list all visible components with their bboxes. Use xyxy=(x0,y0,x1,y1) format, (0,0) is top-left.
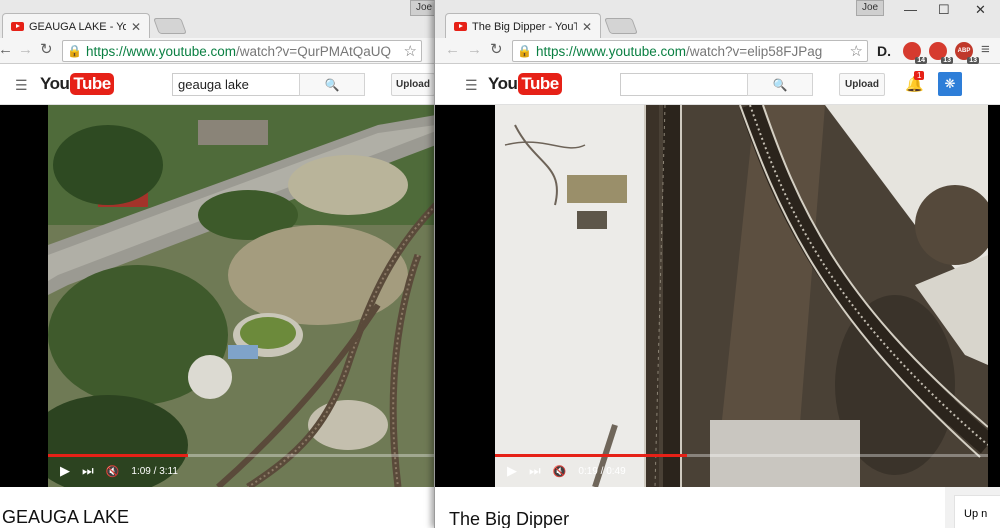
url-host: https://www.youtube.com xyxy=(535,43,687,59)
video-frame-aerial-park[interactable] xyxy=(48,105,436,487)
upload-button[interactable]: Upload xyxy=(391,73,435,96)
tab-geauga-lake[interactable]: GEAUGA LAKE - YouTube ✕ xyxy=(2,13,150,39)
youtube-logo[interactable]: You Tube xyxy=(40,73,114,95)
star-icon[interactable]: ☆ xyxy=(404,42,417,60)
back-arrow-icon[interactable]: ← xyxy=(0,41,13,59)
lock-icon: 🔒 xyxy=(517,44,532,58)
tab-strip: GEAUGA LAKE - YouTube ✕ Joe xyxy=(0,0,436,39)
extension-b-icon[interactable]: 13 xyxy=(929,42,953,64)
extension-label: ABP xyxy=(957,48,971,54)
notification-badge: 1 xyxy=(914,71,925,80)
extension-badge: 13 xyxy=(967,57,979,64)
close-icon[interactable]: ✕ xyxy=(975,2,986,18)
video-player[interactable]: ▶ ⏭ 🔇 0:19 / 0:49 xyxy=(435,105,1000,487)
reload-icon[interactable]: ↻ xyxy=(490,41,503,59)
video-player[interactable]: ▶ ⏭ 🔇 1:09 / 3:11 xyxy=(0,105,436,487)
next-icon[interactable]: ⏭ xyxy=(529,463,541,479)
address-bar[interactable]: 🔒 https://www.youtube.com/watch?v=QurPMA… xyxy=(62,40,422,62)
adblock-plus-icon[interactable]: ABP 13 xyxy=(955,42,979,64)
extension-badge: 14 xyxy=(915,57,927,64)
extension-badge: 13 xyxy=(941,57,953,64)
close-tab-icon[interactable]: ✕ xyxy=(582,20,592,34)
close-tab-icon[interactable]: ✕ xyxy=(131,20,141,34)
profile-button[interactable]: Joe xyxy=(856,0,885,16)
new-tab-button[interactable] xyxy=(604,18,638,34)
video-info: GEAUGA LAKE xyxy=(0,487,436,528)
logo-you: You xyxy=(488,74,518,93)
guide-menu-icon[interactable]: ☰ xyxy=(15,77,28,94)
new-tab-button[interactable] xyxy=(153,18,187,34)
search-icon: 🔍 xyxy=(324,77,340,92)
profile-button[interactable]: Joe xyxy=(410,0,436,16)
logo-tube: Tube xyxy=(518,73,562,95)
next-icon[interactable]: ⏭ xyxy=(82,463,94,479)
youtube-header: ☰ You Tube geauga lake 🔍 Upload xyxy=(0,64,436,105)
browser-toolbar: ← → ↻ 🔒 https://www.youtube.com/watch?v=… xyxy=(435,38,1000,64)
browser-window-left: GEAUGA LAKE - YouTube ✕ Joe ← → ↻ 🔒 http… xyxy=(0,0,436,528)
browser-toolbar: ← → ↻ 🔒 https://www.youtube.com/watch?v=… xyxy=(0,38,436,64)
youtube-header: ☰ You Tube 🔍 Upload 🔔 1 ❋ xyxy=(435,64,1000,105)
address-bar[interactable]: 🔒 https://www.youtube.com/watch?v=elip58… xyxy=(512,40,868,62)
up-next-button[interactable]: Up n xyxy=(954,495,1000,528)
player-controls: ▶ ⏭ 🔇 1:09 / 3:11 xyxy=(48,457,436,485)
tab-title: The Big Dipper - YouTube xyxy=(472,20,577,33)
back-arrow-icon[interactable]: ← xyxy=(445,41,460,59)
title-card: The Big Dipper xyxy=(435,487,945,528)
upload-button[interactable]: Upload xyxy=(839,73,885,96)
player-controls: ▶ ⏭ 🔇 0:19 / 0:49 xyxy=(495,457,1000,485)
time-display: 0:19 / 0:49 xyxy=(578,465,626,477)
extension-d-icon[interactable]: D. xyxy=(875,42,893,60)
mute-icon[interactable]: 🔇 xyxy=(106,465,120,478)
logo-tube: Tube xyxy=(70,73,114,95)
video-frame-roller-coaster[interactable] xyxy=(495,105,988,487)
star-icon[interactable]: ☆ xyxy=(850,42,863,60)
forward-arrow-icon[interactable]: → xyxy=(18,41,33,59)
youtube-favicon-icon xyxy=(454,22,467,31)
youtube-logo[interactable]: You Tube xyxy=(488,73,562,95)
tab-strip: The Big Dipper - YouTube ✕ Joe — ☐ ✕ xyxy=(435,0,1000,39)
forward-arrow-icon[interactable]: → xyxy=(467,41,482,59)
tab-title: GEAUGA LAKE - YouTube xyxy=(29,20,126,33)
video-title: GEAUGA LAKE xyxy=(2,507,130,527)
time-display: 1:09 / 3:11 xyxy=(131,465,178,477)
tab-big-dipper[interactable]: The Big Dipper - YouTube ✕ xyxy=(445,13,601,39)
url-path: /watch?v=elip58FJPag xyxy=(686,43,823,59)
video-title: The Big Dipper xyxy=(449,509,570,528)
roller-coaster-scene xyxy=(495,105,988,487)
mute-icon[interactable]: 🔇 xyxy=(553,465,567,478)
lock-icon: 🔒 xyxy=(67,44,82,58)
maximize-icon[interactable]: ☐ xyxy=(938,2,950,18)
search-icon: 🔍 xyxy=(772,77,788,92)
extension-a-icon[interactable]: 14 xyxy=(903,42,927,64)
play-icon[interactable]: ▶ xyxy=(507,463,517,479)
search-button[interactable]: 🔍 xyxy=(747,73,813,96)
video-info: The Big Dipper Up n xyxy=(435,487,1000,528)
search-button[interactable]: 🔍 xyxy=(299,73,365,96)
aerial-park-scene xyxy=(48,105,436,487)
search-input[interactable] xyxy=(620,73,748,96)
browser-window-right: The Big Dipper - YouTube ✕ Joe — ☐ ✕ ← →… xyxy=(434,0,1000,528)
bell-icon[interactable]: 🔔 1 xyxy=(905,71,925,93)
reload-icon[interactable]: ↻ xyxy=(40,41,53,59)
logo-you: You xyxy=(40,74,70,93)
guide-menu-icon[interactable]: ☰ xyxy=(465,77,478,94)
search-input[interactable]: geauga lake xyxy=(172,73,300,96)
chrome-menu-icon[interactable]: ≡ xyxy=(981,41,990,59)
youtube-favicon-icon xyxy=(11,22,24,31)
minimize-icon[interactable]: — xyxy=(904,2,917,17)
url-path: /watch?v=QurPMAtQaUQ xyxy=(236,43,391,59)
avatar[interactable]: ❋ xyxy=(938,72,962,96)
url-host: https://www.youtube.com xyxy=(85,43,237,59)
play-icon[interactable]: ▶ xyxy=(60,463,70,479)
